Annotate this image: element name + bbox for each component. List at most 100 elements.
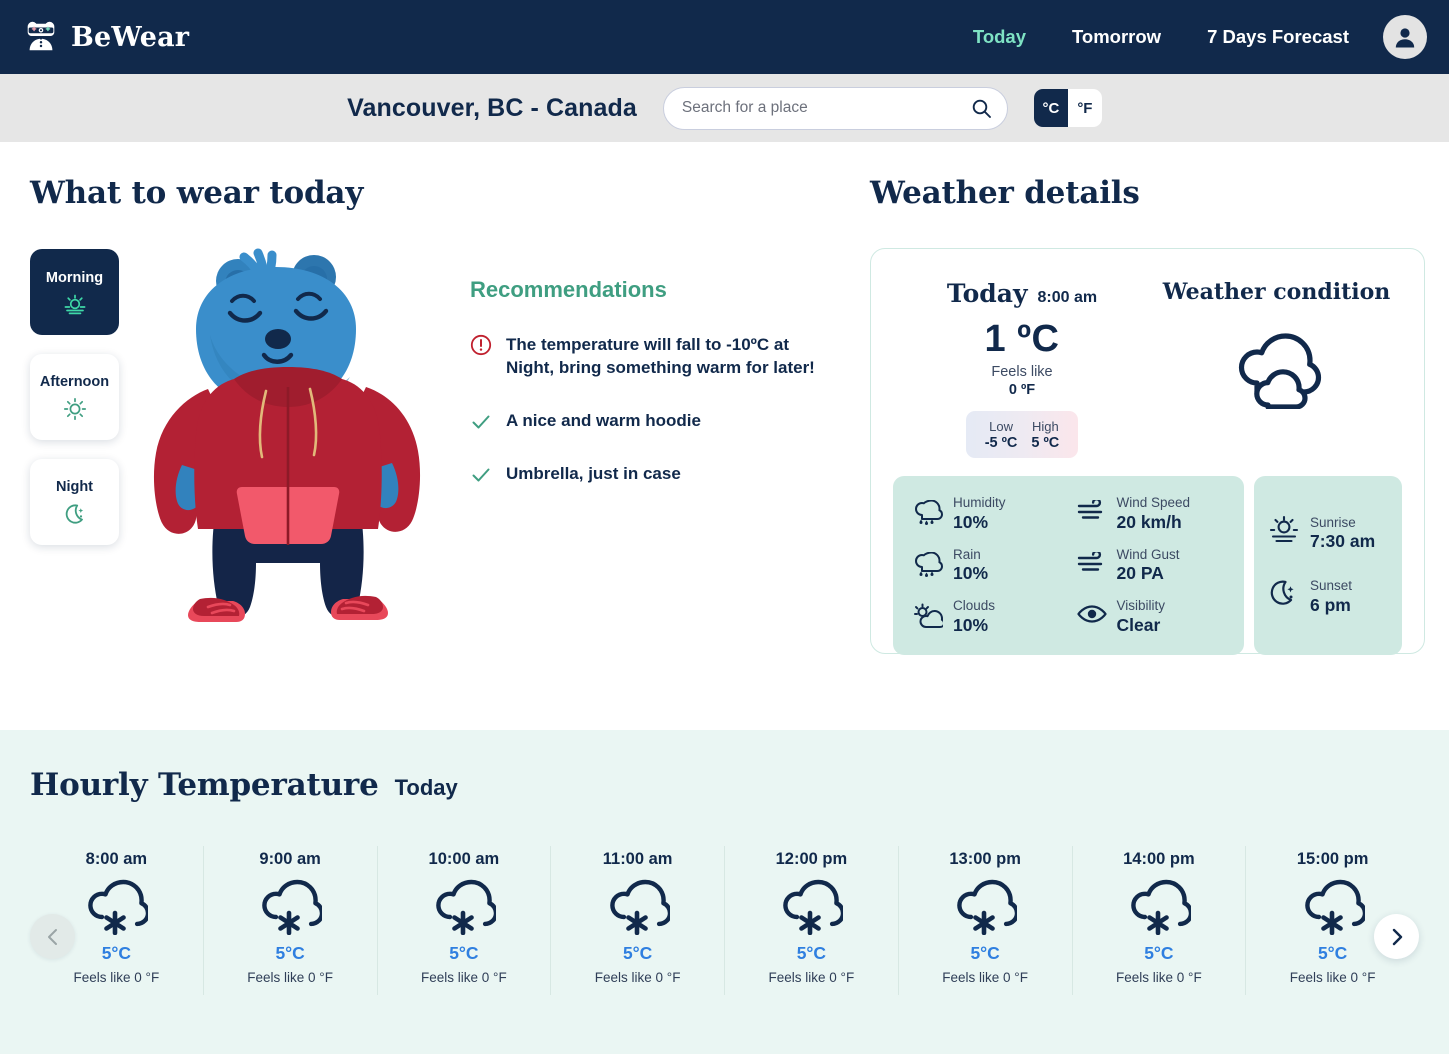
time-of-day-afternoon-label: Afternoon [39,373,110,390]
time-of-day-afternoon[interactable]: Afternoon [30,354,119,440]
hourly-feels-like: Feels like 0 °F [247,970,333,985]
weather-details-section: Weather details Today 8:00 am 1 ºC Feels… [838,142,1449,730]
low-high-pill: Low -5 ºC High 5 ºC [966,411,1078,458]
high-label: High [1031,418,1059,434]
sunset-value: 6 pm [1310,594,1351,615]
search-field[interactable] [662,86,1008,130]
weather-details-bottom: Humidity 10% Wind Speed 20 km/h Rain 10%… [893,476,1402,655]
hourly-card[interactable]: 12:00 pm 5°C Feels like 0 °F [725,846,899,995]
hourly-next-button[interactable] [1374,914,1419,959]
what-to-wear-body: Morning Afternoon Night Recommendations … [30,248,838,644]
feels-like-label: Feels like [991,364,1053,380]
nav-links: Today Tomorrow 7 Days Forecast [973,26,1383,48]
hourly-prev-button[interactable] [30,914,75,959]
search-input[interactable] [681,99,963,117]
metric-humidity-value: 10% [953,511,989,532]
hourly-time: 13:00 pm [949,850,1021,868]
recommendation-item-alert: The temperature will fall to -10ºC at Ni… [470,333,838,380]
brand-logo[interactable]: BeWear [22,18,189,56]
sunrise-icon [1269,515,1299,542]
hourly-card[interactable]: 13:00 pm 5°C Feels like 0 °F [899,846,1073,995]
weather-condition-icon-wrap [1151,321,1402,409]
recommendation-item-hoodie: A nice and warm hoodie [470,409,838,433]
metric-visibility: Visibility Clear [1076,598,1225,636]
sun-times-panel: Sunrise 7:30 am Sunset 6 pm [1254,476,1402,655]
weather-app-page: BeWear Today Tomorrow 7 Days Forecast Va… [0,0,1449,1054]
metric-clouds: Clouds 10% [913,598,1061,636]
humidity-cloud-icon [913,495,943,531]
metric-visibility-label: Visibility [1116,598,1166,614]
wind-icon [1077,495,1107,529]
hourly-temperature-section: Hourly Temperature Today 8:00 am 5°C Fee… [0,730,1449,1054]
what-to-wear-title: What to wear today [30,175,364,211]
metric-clouds-label: Clouds [953,598,996,614]
low-value: -5 ºC [984,434,1018,451]
metric-wind-speed: Wind Speed 20 km/h [1077,495,1225,533]
hourly-time: 8:00 am [85,850,148,868]
hourly-time: 11:00 am [602,850,673,868]
time-of-day-morning[interactable]: Morning [30,249,119,335]
hourly-subtitle: Today [394,775,458,800]
hourly-time: 12:00 pm [775,850,848,868]
recommendation-hoodie-text: A nice and warm hoodie [506,410,701,430]
time-of-day-night-label: Night [55,478,94,495]
time-of-day-selector: Morning Afternoon Night [30,249,120,644]
hourly-time: 14:00 pm [1123,850,1195,868]
hourly-feels-like: Feels like 0 °F [1116,970,1202,985]
metric-humidity: Humidity 10% [913,495,1061,533]
rain-cloud-icon [913,547,943,583]
high-value: 5 ºC [1031,434,1060,451]
snow-cloud-icon [378,879,551,935]
chevron-right-icon [1392,928,1402,945]
snow-cloud-icon [899,879,1072,935]
check-icon [472,415,490,429]
hourly-card[interactable]: 9:00 am 5°C Feels like 0 °F [204,846,378,995]
sunset-label: Sunset [1310,578,1353,594]
moon-stars-icon [1270,580,1294,605]
hourly-feels-like: Feels like 0 °F [73,970,160,985]
snow-cloud-icon [1073,879,1246,935]
metric-clouds-value: 10% [953,614,989,635]
weather-metrics-grid: Humidity 10% Wind Speed 20 km/h Rain 10%… [893,476,1244,655]
location-search-bar: Vancouver, BC - Canada °C °F [0,74,1449,142]
hourly-card[interactable]: 11:00 am 5°C Feels like 0 °F [551,846,725,995]
moon-stars-icon [65,503,83,524]
time-of-day-morning-label: Morning [45,269,104,286]
hourly-card[interactable]: 10:00 am 5°C Feels like 0 °F [378,846,552,995]
hourly-temp: 5°C [970,943,1000,963]
today-time: 8:00 am [1037,289,1098,306]
brand-name: BeWear [71,21,190,53]
metric-humidity-label: Humidity [953,495,1006,510]
snow-cloud-icon [725,879,898,935]
recommendation-alert-text-a: The temperature will fall to [506,335,727,354]
weather-condition-title: Weather condition [1162,279,1391,305]
nav-item-today[interactable]: Today [973,26,1026,48]
metric-wind-gust: Wind Gust 20 PA [1077,547,1225,585]
recommendation-alert-text: The temperature will fall to -10ºC at Ni… [506,333,838,380]
weather-details-top: Today 8:00 am 1 ºC Feels like 0 ºF Low -… [893,273,1402,458]
time-of-day-night[interactable]: Night [30,459,119,545]
unit-celsius-button[interactable]: °C [1033,89,1068,127]
search-icon[interactable] [971,98,992,119]
hourly-temp: 5°C [1144,943,1174,963]
bear-in-red-hoodie-illustration [153,248,421,622]
recommendation-umbrella-text: Umbrella, just in case [506,463,681,483]
hourly-feels-like: Feels like 0 °F [942,970,1028,985]
nav-item-7-days-forecast[interactable]: 7 Days Forecast [1207,26,1349,48]
partly-cloudy-icon [913,598,945,634]
unit-toggle: °C °F [1033,89,1102,127]
high-group: High 5 ºC [1031,419,1059,451]
today-summary: Today 8:00 am 1 ºC Feels like 0 ºF Low -… [893,273,1151,458]
feels-like-value: 0 ºF [1008,382,1036,398]
weather-condition-group: Weather condition [1151,273,1402,458]
nav-item-tomorrow[interactable]: Tomorrow [1072,26,1161,48]
user-avatar-button[interactable] [1383,15,1427,59]
hourly-card[interactable]: 14:00 pm 5°C Feels like 0 °F [1073,846,1247,995]
low-label: Low [989,418,1013,434]
sunrise-label: Sunrise [1310,514,1356,530]
current-city-label: Vancouver, BC - Canada [347,93,637,122]
metric-rain: Rain 10% [913,547,1061,585]
unit-fahrenheit-button[interactable]: °F [1068,89,1102,127]
hourly-time: 9:00 am [259,850,321,868]
main-content: What to wear today Morning Afternoon Nig… [0,142,1449,730]
